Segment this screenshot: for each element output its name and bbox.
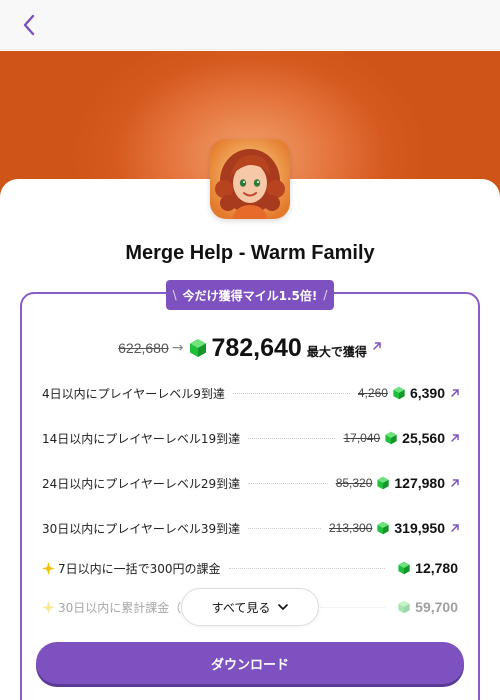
download-label: ダウンロード [210,657,289,673]
app-title: Merge Help - Warm Family [125,242,375,264]
app-icon [210,139,290,219]
row-label: 30日以内に累計課金（5 [58,600,189,615]
reward-row: 24日以内にプレイヤーレベル29到達 85,320 127,980 [42,473,460,493]
row-old-value: 4,260 [357,386,388,400]
promo-right-mark: / [323,288,328,302]
chevron-left-icon [23,14,35,36]
download-button[interactable]: ダウンロード [36,642,464,684]
total-suffix: 最大で獲得 [306,344,367,359]
row-label: 14日以内にプレイヤーレベル19到達 [42,431,241,446]
gem-icon [393,386,405,400]
gem-icon [398,600,410,614]
gem-icon [377,476,389,490]
reward-row: 7日以内に一括で300円の課金 12,780 [42,558,460,578]
row-value: 59,700 [415,599,458,615]
promo-left-mark: \ [172,288,177,302]
gem-icon [190,339,207,357]
see-all-button[interactable]: すべて見る [181,588,319,626]
top-bar [0,0,500,50]
row-label: 30日以内にプレイヤーレベル39到達 [42,521,241,536]
row-value: 6,390 [409,385,445,401]
row-divider [248,527,321,529]
row-value: 319,950 [394,520,445,536]
external-link-icon[interactable] [372,341,382,351]
promo-badge: \ 今だけ獲得マイル1.5倍! / [166,280,334,310]
reward-row: 4日以内にプレイヤーレベル9到達 4,260 6,390 [42,383,460,403]
row-divider [248,482,328,484]
see-all-label: すべて見る [211,600,271,615]
gem-icon [398,561,410,575]
row-old-value: 213,300 [329,521,373,535]
row-divider [232,392,350,394]
promo-label: 今だけ獲得マイル1.5倍! [182,288,318,303]
row-label: 7日以内に一括で300円の課金 [58,561,221,576]
arrow-right-icon: → [171,340,184,356]
row-value: 25,560 [402,430,445,446]
row-label: 4日以内にプレイヤーレベル9到達 [42,386,225,401]
external-link-icon[interactable] [450,523,460,533]
reward-row: 14日以内にプレイヤーレベル19到達 17,040 25,560 [42,428,460,448]
total-value: 782,640 [211,333,302,362]
sparkle-icon [42,561,55,575]
sparkle-icon [42,600,55,614]
row-value: 12,780 [415,560,458,576]
chevron-down-icon [278,604,289,610]
gem-icon [385,431,397,445]
total-reward: 622,680 → 782,640 最大で獲得 [0,332,500,364]
row-value: 127,980 [394,475,445,491]
row-old-value: 85,320 [335,476,373,490]
back-button[interactable] [14,10,44,40]
row-label: 24日以内にプレイヤーレベル29到達 [42,476,241,491]
row-divider [228,567,386,569]
gem-icon [377,521,389,535]
row-divider [248,437,336,439]
external-link-icon[interactable] [450,433,460,443]
reward-row: 30日以内にプレイヤーレベル39到達 213,300 319,950 [42,518,460,538]
total-old-value: 622,680 [118,340,169,356]
app-character-icon [210,139,290,219]
external-link-icon[interactable] [450,478,460,488]
row-old-value: 17,040 [343,431,381,445]
external-link-icon[interactable] [450,388,460,398]
